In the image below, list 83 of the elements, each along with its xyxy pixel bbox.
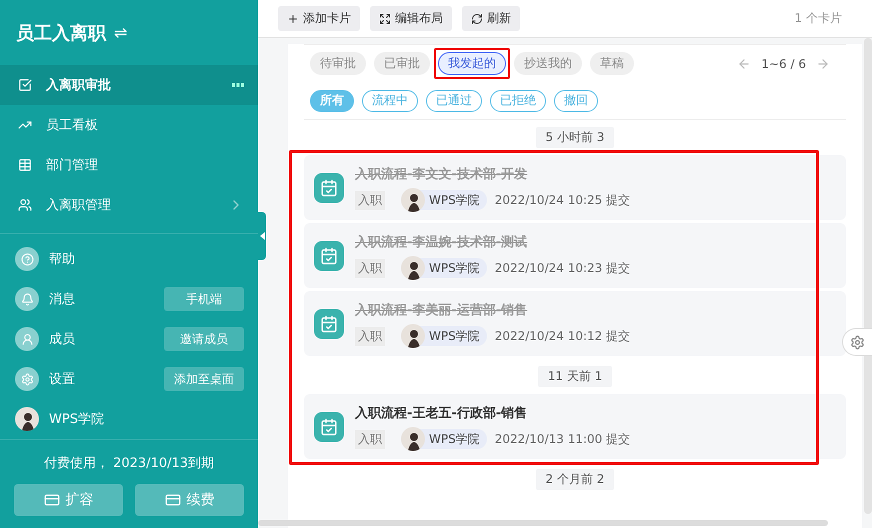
action-button[interactable]: 添加至桌面 (164, 367, 244, 391)
status-filter[interactable]: 流程中 (362, 90, 418, 112)
submit-time: 2022/10/24 10:23 提交 (494, 260, 630, 276)
type-tag: 入职 (355, 258, 385, 278)
sidebar-link[interactable]: 设置 添加至桌面 (0, 359, 258, 399)
calendar-icon (314, 412, 344, 442)
approval-card[interactable]: 入职流程-李温婉-技术部-测试 入职 WPS学院 2022/10/24 10:23 提交 (304, 223, 846, 288)
tab[interactable]: 待审批 (310, 52, 366, 75)
refresh-icon (471, 12, 483, 24)
toolbar-button[interactable]: 添加卡片 (278, 6, 360, 31)
card-title: 入职流程-李文文-技术部-开发 (355, 166, 528, 183)
type-tag: 入职 (355, 326, 385, 346)
person-icon (15, 327, 39, 351)
submit-time: 2022/10/24 10:12 提交 (494, 328, 630, 344)
expand-icon (379, 12, 391, 24)
card-title: 入职流程-李温婉-技术部-测试 (355, 234, 528, 251)
status-filter[interactable]: 已通过 (426, 90, 482, 112)
avatar-icon (401, 324, 425, 348)
card-count: 1 个卡片 (794, 10, 842, 27)
tab[interactable]: 草稿 (590, 52, 634, 75)
approval-card[interactable]: 入职流程-李文文-技术部-开发 入职 WPS学院 2022/10/24 10:25 提交 (304, 155, 846, 220)
settings-icon[interactable] (842, 328, 872, 356)
tab[interactable]: 抄送我的 (514, 52, 582, 75)
people-icon (18, 198, 32, 212)
calendar-icon (314, 240, 344, 270)
tab[interactable]: 我发起的 (438, 52, 506, 75)
horizontal-scrollbar[interactable] (258, 520, 828, 526)
time-group-label: 2 个月前 2 (536, 469, 614, 490)
table-icon (18, 158, 32, 172)
status-filter[interactable]: 撤回 (554, 90, 598, 112)
switch-icon[interactable]: ⇌ (114, 23, 128, 42)
vertical-scrollbar[interactable] (864, 38, 872, 514)
next-icon[interactable] (816, 56, 830, 70)
avatar-icon (401, 188, 425, 212)
action-button[interactable]: 邀请成员 (164, 327, 244, 351)
more-icon[interactable] (232, 83, 244, 87)
type-tag: 入职 (355, 430, 385, 448)
user-chip: WPS学院 (401, 326, 487, 346)
toolbar-button[interactable]: 编辑布局 (370, 6, 452, 31)
app-title: 员工入离职 (16, 22, 106, 44)
sidebar-link[interactable]: 帮助 (0, 239, 258, 279)
sidebar-link[interactable]: 成员 邀请成员 (0, 319, 258, 359)
toolbar-button[interactable]: 刷新 (462, 6, 520, 31)
user-chip: WPS学院 (401, 258, 487, 278)
calendar-icon (314, 308, 344, 338)
status-filter[interactable]: 已拒绝 (490, 90, 546, 112)
time-group-label: 11 天前 1 (538, 366, 612, 387)
card-title: 入职流程-李美丽-运营部-销售 (355, 302, 528, 319)
action-button[interactable]: 手机端 (164, 287, 244, 311)
sidebar-item[interactable]: 部门管理 (0, 145, 258, 185)
submit-time: 2022/10/13 11:00 提交 (494, 430, 630, 448)
approval-card[interactable]: 入职流程-王老五-行政部-销售 入职 WPS学院 2022/10/13 11:00 提交 (304, 394, 846, 459)
page-range: 1~6 / 6 (761, 56, 806, 70)
plus-icon (287, 12, 299, 24)
avatar-icon (15, 407, 39, 431)
avatar-icon (401, 256, 425, 280)
user-chip: WPS学院 (401, 190, 487, 210)
type-tag: 入职 (355, 190, 385, 210)
calendar-icon (314, 172, 344, 202)
status-filter[interactable]: 所有 (310, 90, 354, 112)
settings-icon (15, 367, 39, 391)
help-icon (15, 247, 39, 271)
billing-button[interactable]: 续费 (135, 484, 244, 516)
approval-card[interactable]: 入职流程-李美丽-运营部-销售 入职 WPS学院 2022/10/24 10:12 提交 (304, 291, 846, 356)
user-chip: WPS学院 (401, 429, 487, 449)
checkbox-icon (18, 78, 32, 92)
submit-time: 2022/10/24 10:25 提交 (494, 192, 630, 208)
billing-button[interactable]: 扩容 (14, 484, 123, 516)
plan-status: 付费使用， 2023/10/13到期 (42, 455, 216, 473)
sidebar-item[interactable]: 入离职管理 (0, 185, 258, 225)
avatar-icon (401, 427, 425, 451)
sidebar-link[interactable]: 消息 手机端 (0, 279, 258, 319)
tab[interactable]: 已审批 (374, 52, 430, 75)
card-icon (44, 492, 60, 508)
time-group-label: 5 小时前 3 (536, 127, 614, 148)
sidebar-item[interactable]: 入离职审批 (0, 65, 258, 105)
bell-icon (15, 287, 39, 311)
card-icon (164, 492, 180, 508)
sidebar-link[interactable]: WPS学院 (0, 399, 258, 439)
previous-icon[interactable] (737, 56, 752, 70)
card-title: 入职流程-王老五-行政部-销售 (355, 404, 528, 422)
sidebar-item[interactable]: 员工看板 (0, 105, 258, 145)
collapse-handle[interactable] (258, 212, 266, 260)
